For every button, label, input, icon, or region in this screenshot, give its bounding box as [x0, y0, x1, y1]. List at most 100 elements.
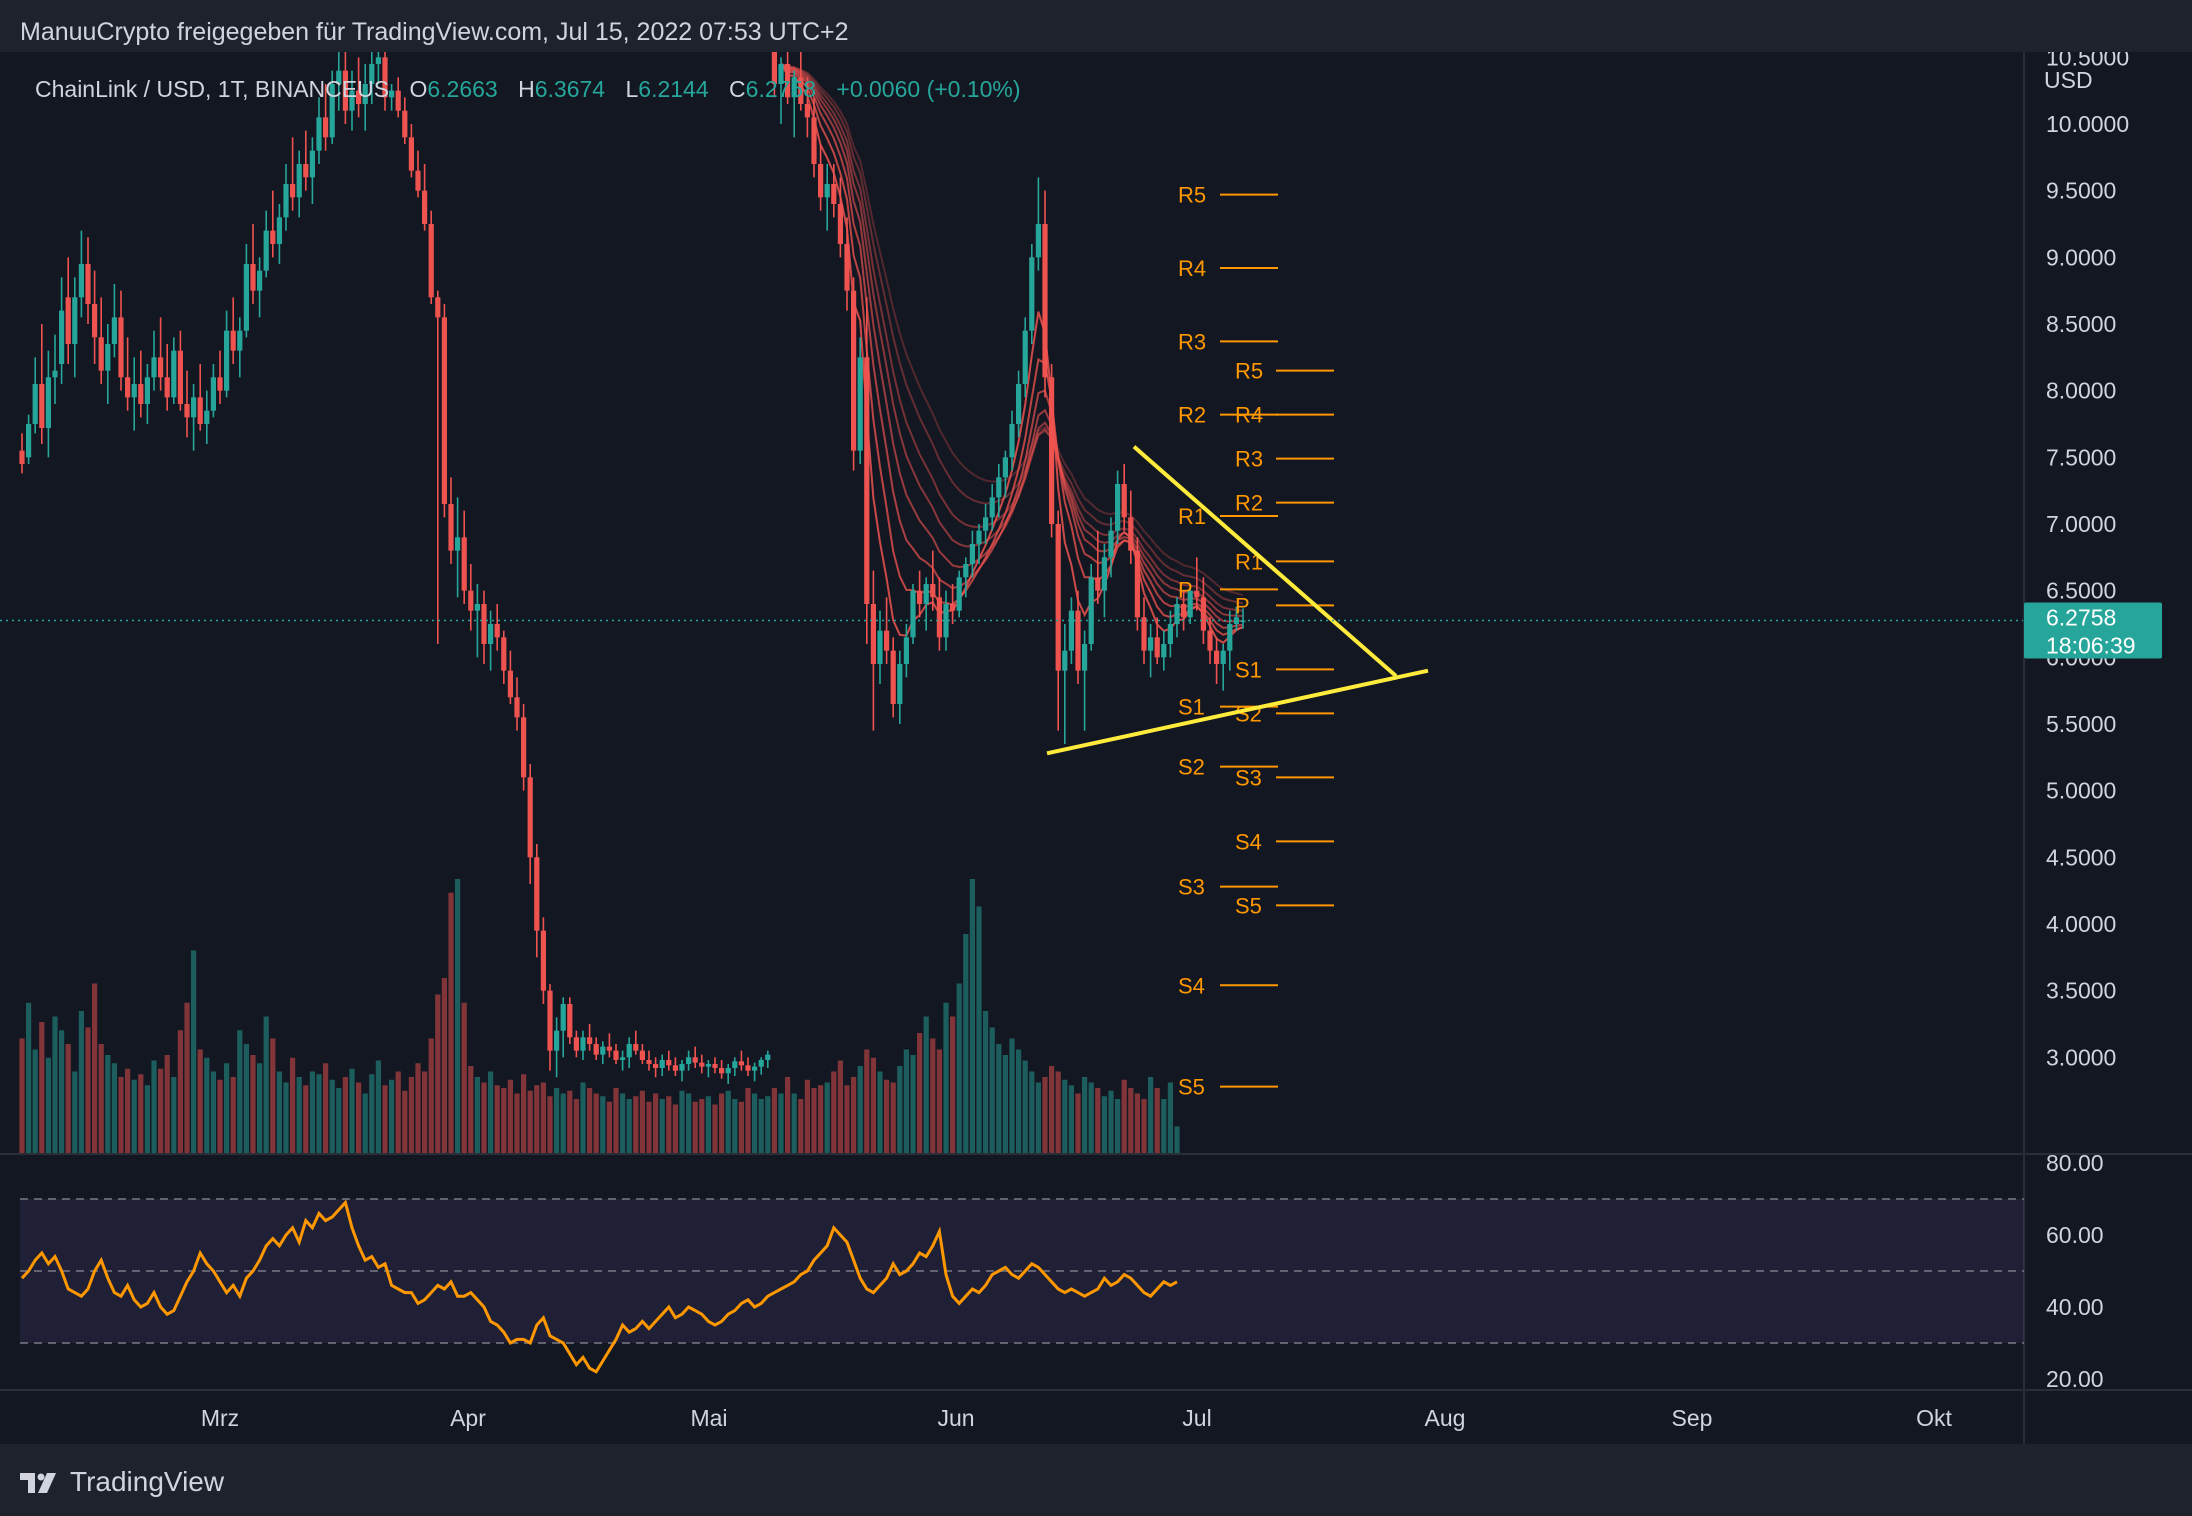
time-tick: Okt	[1916, 1405, 1952, 1431]
candle-body	[316, 117, 322, 151]
candle-body	[408, 137, 414, 171]
volume-bar	[177, 1030, 183, 1154]
candle-body	[897, 663, 903, 704]
candle-body	[197, 397, 203, 424]
candle-body	[19, 450, 25, 464]
volume-bar	[402, 1090, 408, 1154]
volume-bar	[1035, 1082, 1041, 1154]
volume-bar	[659, 1099, 665, 1154]
volume-bar	[1101, 1096, 1107, 1154]
candle-body	[468, 590, 474, 611]
pivot-label: S4	[1178, 973, 1205, 998]
time-tick: Apr	[450, 1405, 486, 1431]
candle-body	[1055, 523, 1061, 671]
candle-body	[474, 603, 480, 611]
time-tick: Mrz	[201, 1405, 239, 1431]
rsi-tick: 40.00	[2046, 1294, 2104, 1320]
candle-body	[138, 383, 144, 404]
low-value: 6.2144	[638, 76, 709, 102]
volume-bar	[593, 1093, 599, 1154]
volume-bar	[1115, 1099, 1121, 1154]
volume-bar	[138, 1074, 144, 1154]
volume-bar	[666, 1096, 672, 1154]
tradingview-logo-icon	[20, 1473, 56, 1493]
volume-bar	[369, 1074, 375, 1154]
volume-bar	[705, 1096, 711, 1154]
volume-bar	[910, 1055, 916, 1154]
candle-body	[989, 497, 995, 518]
candle-body	[309, 150, 315, 178]
volume-bar	[686, 1093, 692, 1154]
candle-body	[936, 597, 942, 638]
volume-bar	[930, 1038, 936, 1154]
candle-body	[818, 163, 824, 198]
rsi-tick: 80.00	[2046, 1150, 2104, 1176]
pivot-label: S3	[1235, 765, 1262, 790]
volume-bar	[943, 1002, 949, 1154]
candle-body	[758, 1059, 764, 1067]
candle-body	[224, 330, 230, 391]
candle-body	[870, 603, 876, 664]
volume-bar	[329, 1079, 335, 1154]
candle-body	[98, 337, 104, 371]
candle-body	[580, 1037, 586, 1051]
candle-body	[890, 650, 896, 704]
candle-body	[527, 777, 533, 858]
price-tick: 6.5000	[2046, 578, 2116, 604]
candle-body	[877, 630, 883, 664]
candle-body	[606, 1046, 612, 1051]
candle-body	[323, 117, 329, 138]
volume-bar	[884, 1079, 890, 1154]
candle-body	[171, 350, 177, 398]
candle-body	[481, 603, 487, 644]
candle-body	[804, 104, 810, 118]
candle-body	[184, 403, 190, 418]
candle-body	[375, 57, 381, 65]
chart-canvas[interactable]: R5R4R3R2R1PS1S2S3S4S5R5R4R3R2R1PS1S2S3S4…	[0, 52, 2192, 1444]
candle	[441, 303, 447, 518]
candle-body	[956, 577, 962, 611]
price-tick: 7.5000	[2046, 444, 2116, 470]
volume-bar	[131, 1079, 137, 1154]
legend-symbol[interactable]: ChainLink / USD, 1T, BINANCEUS O6.2663 H…	[35, 76, 1021, 102]
candle-body	[725, 1067, 731, 1074]
candle-body	[283, 183, 289, 218]
volume-bar	[1167, 1082, 1173, 1154]
candle-body	[39, 383, 45, 428]
volume-bar	[428, 1038, 434, 1154]
candle-body	[983, 517, 989, 531]
volume-bar	[890, 1082, 896, 1154]
volume-bar	[309, 1071, 315, 1154]
volume-bar	[969, 879, 975, 1154]
time-tick: Aug	[1425, 1405, 1466, 1431]
currency-label[interactable]: USD	[2044, 67, 2093, 93]
candle-body	[633, 1043, 639, 1051]
open-value: 6.2663	[427, 76, 497, 102]
volume-bar	[468, 1066, 474, 1154]
volume-bar	[983, 1011, 989, 1154]
candle-body	[105, 343, 111, 371]
volume-bar	[1174, 1126, 1180, 1154]
volume-bar	[375, 1060, 381, 1154]
candle-body	[917, 590, 923, 604]
volume-bar	[1141, 1099, 1147, 1154]
candle-body	[884, 630, 890, 651]
volume-bar	[263, 1016, 269, 1154]
price-tick: 4.5000	[2046, 844, 2116, 870]
volume-bar	[606, 1101, 612, 1154]
candle-body	[92, 303, 98, 338]
candle-body	[1088, 577, 1094, 644]
symbol-label: ChainLink / USD, 1T, BINANCEUS	[35, 76, 389, 102]
volume-bar	[936, 1049, 942, 1154]
tradingview-brand[interactable]: TradingView	[20, 1466, 224, 1498]
candle-body	[494, 623, 500, 638]
candle-body	[646, 1059, 652, 1064]
chart-footer: TradingView	[0, 1444, 2192, 1516]
volume-bar	[1029, 1071, 1035, 1154]
candle-body	[217, 377, 223, 391]
volume-bar	[461, 1002, 467, 1154]
candle-body	[243, 263, 249, 331]
publisher-text: ManuuCrypto freigegeben für TradingView.…	[20, 18, 849, 46]
candle-body	[72, 297, 78, 344]
volume-bar	[448, 892, 454, 1154]
